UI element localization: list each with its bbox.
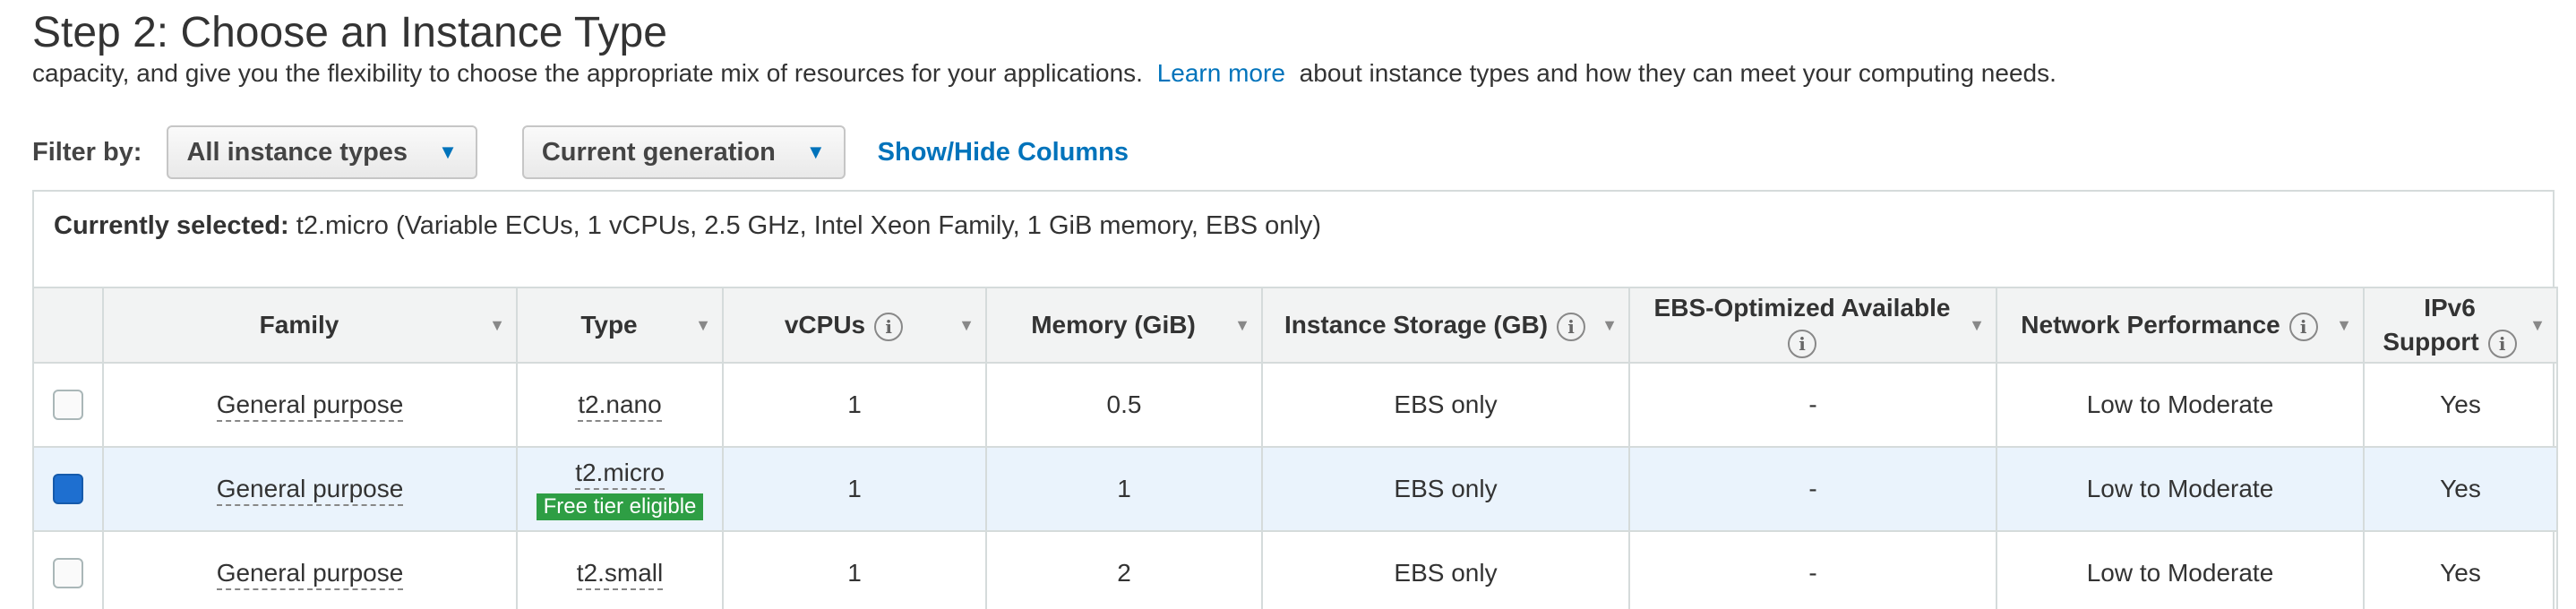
instance-types-dropdown-value: All instance types (186, 137, 408, 167)
family-cell: General purpose (102, 446, 518, 532)
currently-selected-value: t2.micro (Variable ECUs, 1 vCPUs, 2.5 GH… (296, 211, 1321, 240)
filter-label: Filter by: (32, 137, 142, 167)
network-cell: Low to Moderate (1996, 362, 2365, 448)
column-header-ipv6-label: IPv6 (2424, 294, 2476, 322)
table-row[interactable]: General purpose t2.nano 1 0.5 EBS only -… (32, 362, 2558, 448)
learn-more-link[interactable]: Learn more (1157, 59, 1285, 87)
column-header-vcpus[interactable]: vCPUs i ▼ (722, 287, 987, 364)
family-cell: General purpose (102, 530, 518, 609)
info-icon[interactable]: i (2288, 312, 2318, 341)
family-value: General purpose (216, 475, 404, 506)
intro-text: capacity, and give you the flexibility t… (32, 57, 2057, 90)
column-header-ipv6-label-2: Support (2383, 328, 2479, 356)
instance-types-panel: Currently selected: t2.micro (Variable E… (32, 190, 2558, 609)
type-cell: t2.nano (516, 362, 724, 448)
column-header-ebs-label: EBS-Optimized Available (1653, 294, 1951, 322)
sort-icon: ▼ (2529, 316, 2546, 334)
memory-cell: 0.5 (985, 362, 1263, 448)
sort-icon: ▼ (1234, 316, 1250, 334)
row-select-cell (32, 446, 104, 532)
info-icon[interactable]: i (2487, 329, 2517, 358)
intro-text-before: capacity, and give you the flexibility t… (32, 59, 1143, 87)
family-value: General purpose (216, 559, 404, 590)
ipv6-cell: Yes (2363, 362, 2558, 448)
vcpus-cell: 1 (722, 362, 987, 448)
currently-selected-summary: Currently selected: t2.micro (Variable E… (54, 211, 1321, 241)
column-header-memory-label: Memory (GiB) (1031, 311, 1196, 339)
type-cell: t2.micro Free tier eligible (516, 446, 724, 532)
type-value: t2.nano (578, 390, 662, 422)
select-column-header (32, 287, 104, 364)
column-header-network-label: Network Performance (2021, 311, 2280, 339)
free-tier-badge: Free tier eligible (536, 493, 704, 520)
storage-cell: EBS only (1261, 362, 1630, 448)
type-cell: t2.small (516, 530, 724, 609)
column-header-memory[interactable]: Memory (GiB) ▼ (985, 287, 1263, 364)
chevron-down-icon: ▼ (438, 141, 458, 163)
ebs-cell: - (1628, 362, 1997, 448)
info-icon[interactable]: i (1788, 329, 1816, 358)
column-header-vcpus-label: vCPUs (784, 311, 866, 339)
info-icon[interactable]: i (874, 312, 904, 341)
sort-icon: ▼ (2336, 316, 2352, 334)
intro-text-after: about instance types and how they can me… (1299, 59, 2057, 87)
family-value: General purpose (216, 390, 404, 422)
page-title: Step 2: Choose an Instance Type (32, 9, 667, 56)
sort-icon: ▼ (489, 316, 505, 334)
ebs-cell: - (1628, 446, 1997, 532)
generation-dropdown[interactable]: Current generation ▼ (521, 125, 846, 179)
chevron-down-icon: ▼ (805, 141, 826, 163)
ipv6-cell: Yes (2363, 446, 2558, 532)
column-header-network[interactable]: Network Performance i ▼ (1996, 287, 2365, 364)
row-checkbox[interactable] (53, 390, 83, 421)
vcpus-cell: 1 (722, 530, 987, 609)
family-cell: General purpose (102, 362, 518, 448)
instance-types-dropdown[interactable]: All instance types ▼ (167, 125, 477, 179)
column-header-storage[interactable]: Instance Storage (GB) i ▼ (1261, 287, 1630, 364)
column-header-type-label: Type (580, 311, 638, 339)
row-select-cell (32, 530, 104, 609)
column-header-family[interactable]: Family ▼ (102, 287, 518, 364)
network-cell: Low to Moderate (1996, 530, 2365, 609)
column-header-type[interactable]: Type ▼ (516, 287, 724, 364)
currently-selected-label: Currently selected: (54, 211, 289, 240)
memory-cell: 2 (985, 530, 1263, 609)
vcpus-cell: 1 (722, 446, 987, 532)
network-cell: Low to Moderate (1996, 446, 2365, 532)
row-checkbox[interactable] (53, 474, 83, 505)
row-checkbox[interactable] (53, 558, 83, 589)
ebs-cell: - (1628, 530, 1997, 609)
memory-cell: 1 (985, 446, 1263, 532)
column-header-family-label: Family (259, 311, 339, 339)
instance-types-table: Family ▼ Type ▼ vCPUs i ▼ Memory (GiB) ▼ Inst… (32, 287, 2558, 609)
column-header-ebs-optimized[interactable]: EBS-Optimized Available i ▼ (1628, 287, 1997, 364)
show-hide-columns-link[interactable]: Show/Hide Columns (878, 138, 1129, 167)
type-value: t2.micro (575, 459, 665, 490)
filter-bar: Filter by: All instance types ▼ Current … (32, 125, 1129, 179)
storage-cell: EBS only (1261, 530, 1630, 609)
sort-icon: ▼ (1601, 316, 1618, 334)
table-header-row: Family ▼ Type ▼ vCPUs i ▼ Memory (GiB) ▼ Inst… (32, 287, 2558, 364)
table-row[interactable]: General purpose t2.small 1 2 EBS only - … (32, 530, 2558, 609)
sort-icon: ▼ (1969, 316, 1985, 334)
ipv6-cell: Yes (2363, 530, 2558, 609)
type-value: t2.small (576, 559, 664, 590)
column-header-storage-label: Instance Storage (GB) (1284, 311, 1549, 339)
sort-icon: ▼ (958, 316, 975, 334)
sort-icon: ▼ (695, 316, 711, 334)
column-header-ipv6[interactable]: IPv6 Support i ▼ (2363, 287, 2558, 364)
table-row[interactable]: General purpose t2.micro Free tier eligi… (32, 446, 2558, 532)
generation-dropdown-value: Current generation (541, 137, 776, 167)
storage-cell: EBS only (1261, 446, 1630, 532)
row-select-cell (32, 362, 104, 448)
info-icon[interactable]: i (1557, 312, 1586, 341)
